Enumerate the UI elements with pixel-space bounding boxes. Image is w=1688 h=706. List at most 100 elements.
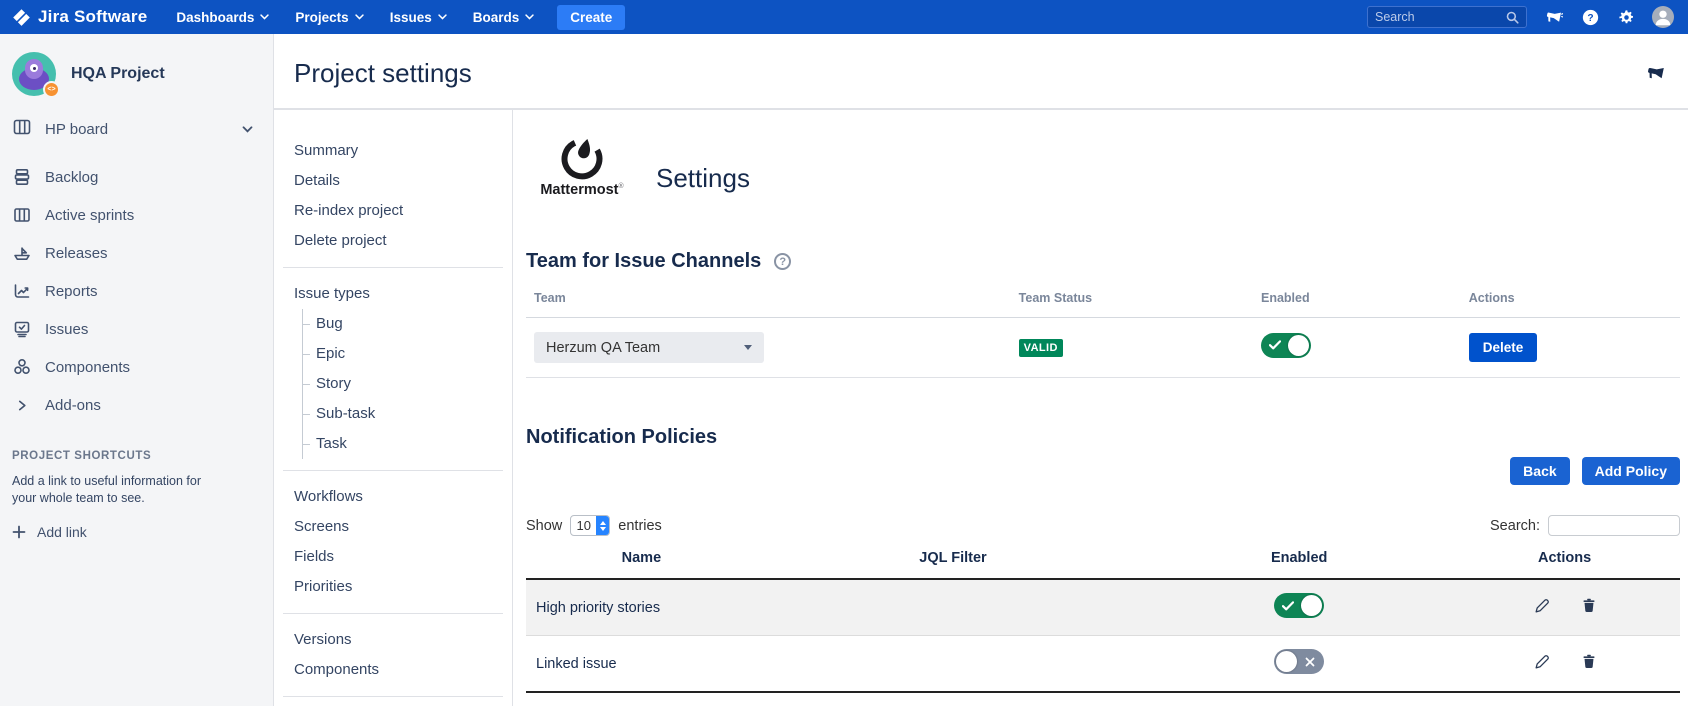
menu-item-fields[interactable]: Fields — [294, 542, 502, 572]
actions-col-header: Actions — [1461, 285, 1680, 318]
issue-types-tree: Bug Epic Story Sub-task Task — [302, 309, 502, 459]
search-icon — [1506, 11, 1519, 24]
help-icon[interactable]: ? — [1582, 9, 1599, 26]
page-size-select[interactable]: 10 — [570, 515, 610, 536]
entries-label: entries — [618, 518, 662, 534]
team-select[interactable]: Herzum QA Team — [534, 332, 764, 363]
nav-issues[interactable]: Issues — [377, 0, 460, 34]
board-switcher[interactable]: HP board — [12, 114, 263, 144]
team-row: Herzum QA Team VALID — [526, 318, 1680, 378]
table-search-input[interactable] — [1548, 515, 1680, 536]
sidebar-item-components[interactable]: Components — [12, 348, 263, 386]
gear-icon[interactable] — [1618, 9, 1635, 26]
sidebar-item-active-sprints[interactable]: Active sprints — [12, 196, 263, 234]
announcement-megaphone-icon[interactable] — [1647, 64, 1666, 88]
policy-jql — [757, 579, 1149, 636]
menu-item-delete-project[interactable]: Delete project — [294, 226, 502, 256]
mattermost-wordmark: Mattermost® — [540, 182, 623, 198]
menu-item-issue-types[interactable]: Issue types — [294, 279, 502, 309]
jira-logo[interactable]: Jira Software — [12, 7, 147, 27]
enabled-col-header[interactable]: Enabled — [1149, 544, 1449, 579]
policies-table: Name JQL Filter Enabled Actions High pri… — [526, 544, 1680, 693]
menu-item-versions[interactable]: Versions — [294, 625, 502, 655]
user-avatar[interactable] — [1652, 6, 1674, 28]
code-badge-icon: <> — [43, 81, 60, 98]
board-name: HP board — [45, 121, 108, 138]
enabled-col-header: Enabled — [1253, 285, 1461, 318]
policy-jql — [757, 636, 1149, 693]
nav-projects[interactable]: Projects — [282, 0, 376, 34]
policy-name: High priority stories — [526, 579, 757, 636]
menu-item-details[interactable]: Details — [294, 166, 502, 196]
menu-item-summary[interactable]: Summary — [294, 136, 502, 166]
policy-enabled-toggle[interactable] — [1274, 649, 1324, 674]
create-button[interactable]: Create — [557, 5, 625, 30]
menu-item-sub-task[interactable]: Sub-task — [316, 399, 502, 429]
nav-dashboards[interactable]: Dashboards — [163, 0, 282, 34]
policy-name: Linked issue — [526, 636, 757, 693]
trash-icon — [1581, 597, 1597, 614]
backlog-icon — [12, 167, 32, 187]
edit-policy-button[interactable] — [1533, 653, 1551, 671]
svg-text:?: ? — [1587, 13, 1593, 24]
help-circle-icon[interactable]: ? — [774, 253, 791, 270]
chevron-down-icon — [438, 14, 447, 20]
delete-policy-button[interactable] — [1581, 597, 1597, 614]
policy-enabled-toggle[interactable] — [1274, 593, 1324, 618]
global-search — [1367, 6, 1527, 28]
menu-item-workflows[interactable]: Workflows — [294, 482, 502, 512]
pencil-icon — [1533, 597, 1551, 615]
edit-policy-button[interactable] — [1533, 597, 1551, 615]
delete-policy-button[interactable] — [1581, 653, 1597, 670]
components-icon — [12, 357, 32, 377]
add-policy-button[interactable]: Add Policy — [1582, 457, 1680, 485]
menu-item-screens[interactable]: Screens — [294, 512, 502, 542]
actions-col-header[interactable]: Actions — [1449, 544, 1680, 579]
menu-item-reindex-project[interactable]: Re-index project — [294, 196, 502, 226]
notification-policies-heading: Notification Policies — [526, 426, 1680, 449]
settings-heading: Settings — [656, 163, 750, 198]
delete-team-button[interactable]: Delete — [1469, 333, 1538, 362]
sidebar-item-add-ons[interactable]: Add-ons — [12, 386, 263, 424]
plus-icon — [12, 525, 26, 539]
menu-item-story[interactable]: Story — [316, 369, 502, 399]
team-col-header: Team — [526, 285, 1011, 318]
sidebar-item-releases[interactable]: Releases — [12, 234, 263, 272]
policy-row: High priority stories — [526, 579, 1680, 636]
sprints-board-icon — [12, 205, 32, 225]
mattermost-logo: Mattermost® — [534, 134, 630, 198]
nav-boards[interactable]: Boards — [460, 0, 548, 34]
chevron-right-icon — [12, 400, 32, 411]
menu-item-components[interactable]: Components — [294, 655, 502, 685]
show-label: Show — [526, 518, 562, 534]
menu-item-task[interactable]: Task — [316, 429, 502, 459]
add-link-button[interactable]: Add link — [12, 524, 263, 540]
project-shortcuts-description: Add a link to useful information for you… — [12, 473, 227, 507]
toggle-check-icon — [1282, 601, 1294, 611]
sidebar-item-backlog[interactable]: Backlog — [12, 158, 263, 196]
team-status-badge: VALID — [1019, 339, 1063, 357]
sidebar-item-issues[interactable]: Issues — [12, 310, 263, 348]
menu-item-epic[interactable]: Epic — [316, 339, 502, 369]
menu-item-priorities[interactable]: Priorities — [294, 572, 502, 602]
toggle-x-icon — [1305, 657, 1315, 667]
mattermost-settings-panel: Mattermost® Settings Team for Issue Chan… — [513, 110, 1688, 706]
team-enabled-toggle[interactable] — [1261, 333, 1311, 358]
jira-logo-icon — [12, 8, 31, 27]
search-input[interactable] — [1375, 10, 1506, 24]
toggle-check-icon — [1269, 340, 1281, 350]
monitor-check-icon — [12, 319, 32, 339]
chevron-down-icon — [260, 14, 269, 20]
megaphone-icon[interactable] — [1546, 9, 1563, 26]
policy-row: Linked issue — [526, 636, 1680, 693]
top-navigation: Jira Software Dashboards Projects Issues… — [0, 0, 1688, 34]
menu-item-bug[interactable]: Bug — [316, 309, 502, 339]
chart-icon — [12, 281, 32, 301]
name-col-header[interactable]: Name — [526, 544, 757, 579]
menu-divider — [283, 613, 503, 614]
sidebar-item-reports[interactable]: Reports — [12, 272, 263, 310]
trash-icon — [1581, 653, 1597, 670]
back-button[interactable]: Back — [1510, 457, 1569, 485]
menu-divider — [283, 267, 503, 268]
jql-filter-col-header[interactable]: JQL Filter — [757, 544, 1149, 579]
